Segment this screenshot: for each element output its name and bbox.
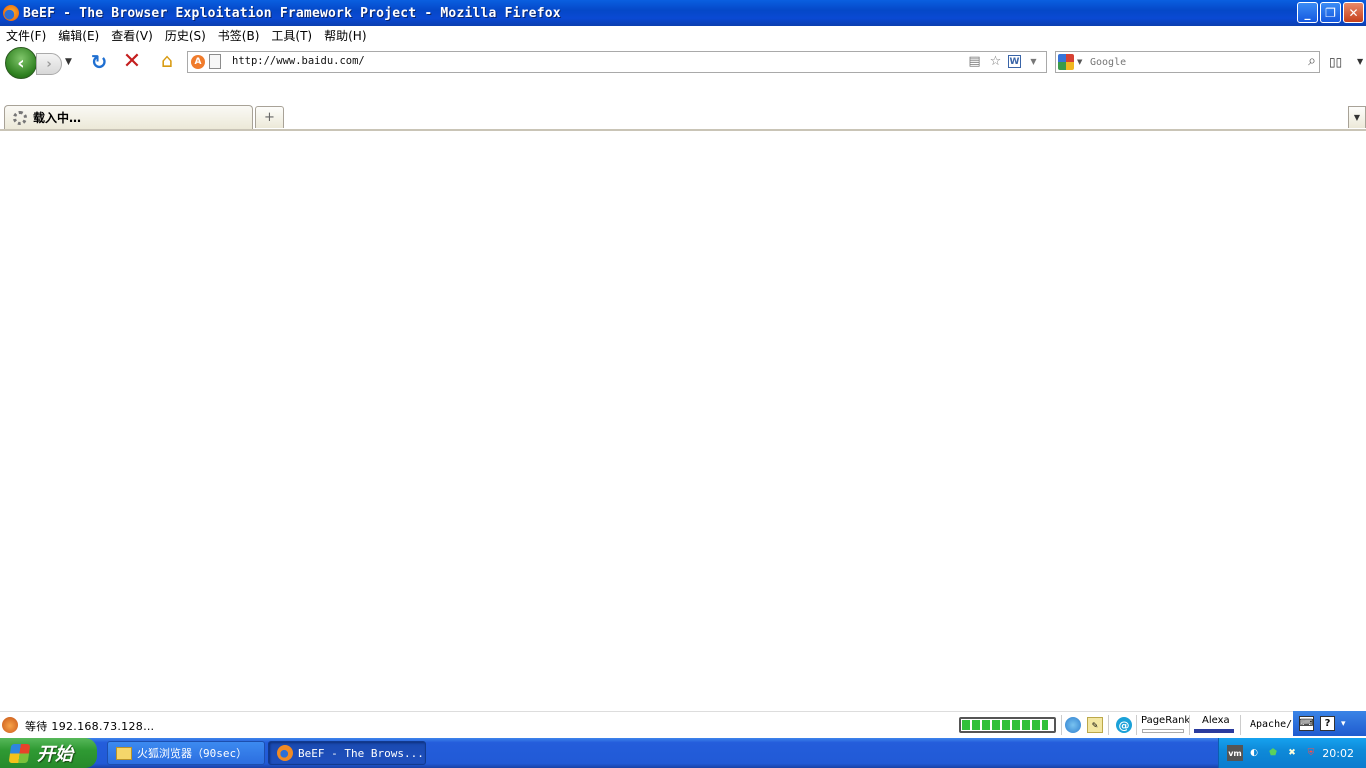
- history-dropdown-icon[interactable]: ▼: [65, 57, 72, 67]
- language-bar: ⌨ ? ▾: [1293, 711, 1366, 736]
- reload-button[interactable]: ↻: [88, 50, 110, 74]
- tab-list-button[interactable]: ▼: [1348, 106, 1366, 128]
- stop-button[interactable]: ✕: [121, 48, 143, 74]
- pagerank-bar: [1142, 729, 1184, 733]
- back-button[interactable]: ‹: [5, 47, 37, 79]
- clock[interactable]: 20:02: [1322, 747, 1354, 760]
- taskbar: 开始 火狐浏览器（90sec） BeEF - The Brows... vm ◐…: [0, 738, 1366, 768]
- search-bar[interactable]: ▼ ⌕: [1055, 51, 1320, 73]
- url-input[interactable]: http://www.baidu.com/: [232, 55, 365, 67]
- addon-a-icon[interactable]: A: [191, 55, 205, 69]
- feed-icon[interactable]: ▤: [966, 53, 983, 70]
- fox-status-icon[interactable]: [2, 717, 18, 733]
- status-separator: [1061, 715, 1062, 735]
- keyboard-icon[interactable]: ⌨: [1299, 716, 1314, 731]
- loading-progress-bar: [959, 717, 1056, 733]
- shield-icon[interactable]: ⬟: [1265, 745, 1281, 761]
- minimize-button[interactable]: _: [1297, 2, 1318, 23]
- language-bar-options-icon[interactable]: ▾: [1341, 719, 1346, 729]
- menu-history[interactable]: 历史(S): [159, 27, 212, 44]
- engine-dropdown-icon: ▼: [1077, 58, 1083, 66]
- status-separator: [1108, 715, 1109, 735]
- home-icon: ⌂: [160, 50, 174, 72]
- status-separator: [1136, 715, 1137, 735]
- menu-view[interactable]: 查看(V): [105, 27, 159, 44]
- home-button[interactable]: ⌂: [156, 50, 178, 72]
- status-text: 等待 192.168.73.128…: [25, 720, 155, 733]
- status-separator: [1240, 715, 1241, 735]
- menu-edit[interactable]: 编辑(E): [52, 27, 105, 44]
- menu-bar: 文件(F) 编辑(E) 查看(V) 历史(S) 书签(B) 工具(T) 帮助(H…: [0, 26, 1366, 45]
- security-alert-icon[interactable]: ⛨: [1303, 745, 1319, 761]
- status-bar: 等待 192.168.73.128… ✎ @ PageRank Alexa Ap…: [0, 711, 1366, 738]
- arrow-right-icon: ›: [46, 56, 52, 72]
- chevron-down-icon: ▼: [1353, 113, 1361, 122]
- search-icon[interactable]: ⌕: [1308, 53, 1316, 69]
- tab-loading[interactable]: 载入中…: [4, 105, 253, 129]
- taskbar-item-firefox[interactable]: BeEF - The Brows...: [268, 741, 426, 765]
- alexa-label[interactable]: Alexa: [1202, 715, 1230, 726]
- menu-tools[interactable]: 工具(T): [265, 27, 318, 44]
- pagerank-label[interactable]: PageRank: [1141, 715, 1190, 726]
- help-icon[interactable]: ?: [1320, 716, 1335, 731]
- toolbar-dropdown-icon[interactable]: ▼: [1357, 57, 1363, 66]
- toolbar-extension-icon[interactable]: ▯▯: [1329, 55, 1342, 69]
- page-content[interactable]: [0, 131, 1366, 711]
- server-label: Apache/: [1250, 719, 1293, 730]
- url-bar-icons: ▤ ☆ W ▼: [966, 53, 1042, 70]
- tab-label: 载入中…: [33, 111, 82, 125]
- start-label: 开始: [37, 744, 73, 765]
- restore-button[interactable]: ❐: [1320, 2, 1341, 23]
- notepad-icon[interactable]: ✎: [1087, 717, 1103, 733]
- system-tray: vm ◐ ⬟ ✖ ⛨ 20:02: [1218, 738, 1366, 768]
- window-title: BeEF - The Browser Exploitation Framewor…: [23, 5, 561, 21]
- firefox-icon: [277, 745, 293, 761]
- page-icon: [209, 54, 221, 69]
- start-button[interactable]: 开始: [0, 738, 97, 768]
- arrow-left-icon: ‹: [17, 52, 25, 74]
- close-button[interactable]: ✕: [1343, 2, 1364, 23]
- windows-logo-icon: [8, 743, 31, 763]
- tab-strip: 载入中… + ▼: [0, 81, 1366, 131]
- search-engine-selector[interactable]: ▼: [1058, 53, 1086, 71]
- globe-icon[interactable]: [1065, 717, 1081, 733]
- status-separator: [1189, 715, 1190, 735]
- alexa-bar: [1194, 729, 1234, 733]
- window-controls: _ ❐ ✕: [1297, 2, 1364, 23]
- new-tab-button[interactable]: +: [255, 106, 284, 128]
- at-sign-icon[interactable]: @: [1116, 717, 1132, 733]
- navigation-toolbar: ‹ › ▼ ↻ ✕ ⌂ A http://www.baidu.com/ ▤ ☆ …: [0, 45, 1366, 81]
- vm-icon[interactable]: vm: [1227, 745, 1243, 761]
- plus-icon: +: [264, 110, 275, 125]
- taskbar-item-label: 火狐浏览器（90sec）: [137, 747, 248, 760]
- menu-help[interactable]: 帮助(H): [318, 27, 372, 44]
- google-icon: [1058, 54, 1074, 70]
- reload-icon: ↻: [90, 50, 108, 74]
- taskbar-item-folder[interactable]: 火狐浏览器（90sec）: [107, 741, 265, 765]
- menu-file[interactable]: 文件(F): [0, 27, 52, 44]
- loading-spinner-icon: [13, 110, 27, 125]
- forward-button[interactable]: ›: [36, 53, 62, 75]
- network-icon[interactable]: ◐: [1246, 745, 1262, 761]
- folder-icon: [116, 746, 132, 760]
- bookmark-star-icon[interactable]: ☆: [987, 53, 1004, 70]
- search-input[interactable]: [1090, 54, 1290, 70]
- firefox-icon[interactable]: [3, 5, 19, 21]
- network-disconnected-icon[interactable]: ✖: [1284, 745, 1300, 761]
- stop-icon: ✕: [122, 48, 142, 74]
- menu-bookmarks[interactable]: 书签(B): [212, 27, 266, 44]
- word-w-icon[interactable]: W: [1008, 55, 1021, 68]
- progress-fill: [962, 720, 1049, 730]
- title-bar[interactable]: BeEF - The Browser Exploitation Framewor…: [0, 0, 1366, 26]
- taskbar-item-label: BeEF - The Brows...: [298, 746, 424, 760]
- url-dropdown-icon[interactable]: ▼: [1025, 53, 1042, 70]
- url-bar[interactable]: A http://www.baidu.com/ ▤ ☆ W ▼: [187, 51, 1047, 73]
